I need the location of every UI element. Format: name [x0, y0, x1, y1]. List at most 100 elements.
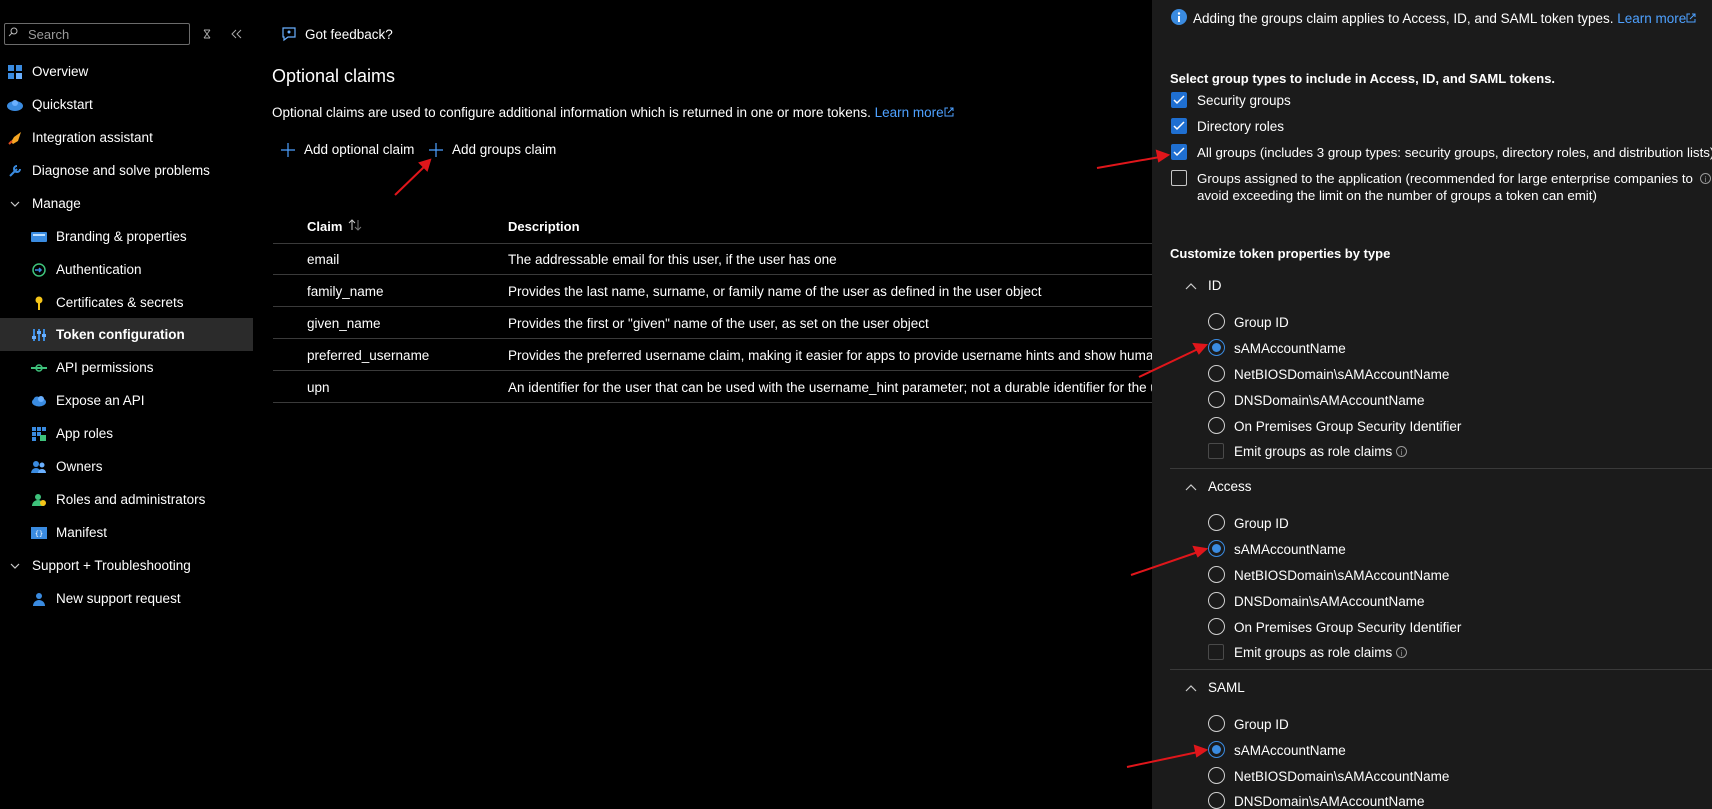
rocket-icon [7, 130, 23, 146]
radio-label: DNSDomain\sAMAccountName [1234, 794, 1425, 809]
table-row[interactable]: family_name Provides the last name, surn… [273, 275, 1153, 307]
directory-roles-checkbox[interactable] [1171, 118, 1187, 134]
external-link-icon [944, 107, 954, 117]
info-learn-more-link[interactable]: Learn more [1617, 11, 1696, 26]
directory-roles-label: Directory roles [1197, 119, 1285, 134]
sidebar-item-label: Diagnose and solve problems [32, 163, 210, 178]
sidebar-item-token-configuration[interactable]: Token configuration [0, 318, 253, 351]
chevron-up-icon[interactable] [1184, 281, 1198, 291]
sidebar-item-label: API permissions [56, 360, 154, 375]
sidebar-item-manifest[interactable]: {} Manifest [0, 516, 253, 549]
table-row[interactable]: upn An identifier for the user that can … [273, 371, 1177, 403]
emit-label: Emit groups as role claims [1234, 444, 1393, 459]
table-row[interactable]: given_name Provides the first or "given"… [273, 307, 1153, 339]
chevron-down-icon [7, 563, 23, 569]
claim-header-label: Claim [307, 219, 343, 234]
table-row[interactable]: preferred_username Provides the preferre… [273, 339, 1184, 371]
search-placeholder: Search [28, 27, 70, 42]
sidebar-item-label: New support request [56, 591, 181, 606]
search-input[interactable]: Search [4, 23, 190, 45]
sidebar-item-app-roles[interactable]: App roles [0, 417, 253, 450]
svg-text:{}: {} [35, 530, 43, 538]
info-icon[interactable]: i [1396, 446, 1407, 457]
plus-icon [429, 142, 443, 157]
info-text: Adding the groups claim applies to Acces… [1193, 11, 1614, 26]
learn-more-link[interactable]: Learn more [875, 105, 954, 120]
radio-label: Group ID [1234, 717, 1289, 732]
id-dnsdomain-radio[interactable] [1208, 391, 1225, 408]
description-cell: Provides the last name, surname, or fami… [508, 284, 1042, 299]
radio-label: NetBIOSDomain\sAMAccountName [1234, 367, 1450, 382]
id-onprem-sid-radio[interactable] [1208, 417, 1225, 434]
sidebar-item-authentication[interactable]: Authentication [0, 253, 253, 286]
all-groups-checkbox[interactable] [1171, 144, 1187, 160]
id-samaccountname-radio[interactable] [1208, 339, 1225, 356]
sort-icon [349, 219, 362, 231]
emit-label: Emit groups as role claims [1234, 645, 1393, 660]
security-groups-checkbox[interactable] [1171, 92, 1187, 108]
sidebar-item-label: Manifest [56, 525, 108, 540]
add-optional-claim-button[interactable]: Add optional claim [281, 142, 414, 157]
feedback-label: Got feedback? [305, 26, 393, 42]
saml-dnsdomain-radio[interactable] [1208, 792, 1225, 809]
chevron-up-icon[interactable] [1184, 683, 1198, 693]
sidebar-item-owners[interactable]: Owners [0, 450, 253, 483]
sidebar-item-roles-admins[interactable]: Roles and administrators [0, 483, 253, 516]
token-icon [31, 327, 47, 343]
id-emit-role-claims-checkbox[interactable] [1208, 443, 1224, 459]
feedback-button[interactable]: Got feedback? [281, 26, 393, 42]
claim-column-header[interactable]: Claim [307, 219, 362, 234]
saml-netbios-radio[interactable] [1208, 767, 1225, 784]
sidebar-item-certificates[interactable]: Certificates & secrets [0, 286, 253, 319]
access-onprem-sid-radio[interactable] [1208, 618, 1225, 635]
search-icon [8, 27, 18, 37]
sidebar-item-label: Certificates & secrets [56, 295, 184, 310]
sidebar-item-label: App roles [56, 426, 114, 441]
page-description: Optional claims are used to configure ad… [272, 105, 954, 120]
sidebar-item-label: Branding & properties [56, 229, 187, 244]
radio-label: Group ID [1234, 516, 1289, 531]
sidebar-item-diagnose[interactable]: Diagnose and solve problems [0, 154, 253, 187]
support-person-icon [31, 591, 47, 607]
access-emit-role-claims-checkbox[interactable] [1208, 644, 1224, 660]
sidebar-item-integration-assistant[interactable]: Integration assistant [0, 121, 253, 154]
table-row[interactable]: email The addressable email for this use… [273, 243, 1153, 275]
collapse-icon[interactable] [231, 29, 242, 39]
info-icon[interactable]: i [1396, 647, 1407, 658]
groups-assigned-checkbox[interactable] [1171, 170, 1187, 186]
feedback-icon [282, 27, 296, 42]
sidebar-item-branding[interactable]: Branding & properties [0, 220, 253, 253]
chevron-up-icon[interactable] [1184, 482, 1198, 492]
info-icon[interactable]: i [1700, 173, 1711, 184]
saml-group-id-radio[interactable] [1208, 715, 1225, 732]
clear-icon[interactable] [202, 29, 212, 39]
add-groups-claim-button[interactable]: Add groups claim [429, 142, 556, 157]
sidebar-item-expose-api[interactable]: Expose an API [0, 384, 253, 417]
key-icon [31, 295, 47, 311]
description-text: Optional claims are used to configure ad… [272, 105, 871, 120]
sidebar-item-api-permissions[interactable]: API permissions [0, 351, 253, 384]
sidebar-item-label: Manage [32, 196, 81, 211]
sidebar-group-support[interactable]: Support + Troubleshooting [0, 549, 253, 582]
id-netbios-radio[interactable] [1208, 365, 1225, 382]
group-types-heading: Select group types to include in Access,… [1170, 71, 1556, 86]
sidebar-item-quickstart[interactable]: Quickstart [0, 88, 253, 121]
description-cell: Provides the first or "given" name of th… [508, 316, 929, 331]
access-netbios-radio[interactable] [1208, 566, 1225, 583]
sidebar-item-label: Owners [56, 459, 103, 474]
sidebar-group-manage[interactable]: Manage [0, 187, 253, 220]
access-group-id-radio[interactable] [1208, 514, 1225, 531]
divider [1170, 468, 1712, 469]
access-samaccountname-radio[interactable] [1208, 540, 1225, 557]
sidebar-item-new-support-request[interactable]: New support request [0, 582, 253, 615]
sidebar-item-label: Roles and administrators [56, 492, 206, 507]
add-optional-claim-label: Add optional claim [304, 142, 415, 157]
radio-label: DNSDomain\sAMAccountName [1234, 594, 1425, 609]
sidebar-item-label: Overview [32, 64, 89, 79]
all-groups-label: All groups (includes 3 group types: secu… [1197, 145, 1712, 160]
saml-samaccountname-radio[interactable] [1208, 741, 1225, 758]
sidebar-item-overview[interactable]: Overview [0, 55, 253, 88]
add-groups-claim-label: Add groups claim [452, 142, 557, 157]
access-dnsdomain-radio[interactable] [1208, 592, 1225, 609]
id-group-id-radio[interactable] [1208, 313, 1225, 330]
